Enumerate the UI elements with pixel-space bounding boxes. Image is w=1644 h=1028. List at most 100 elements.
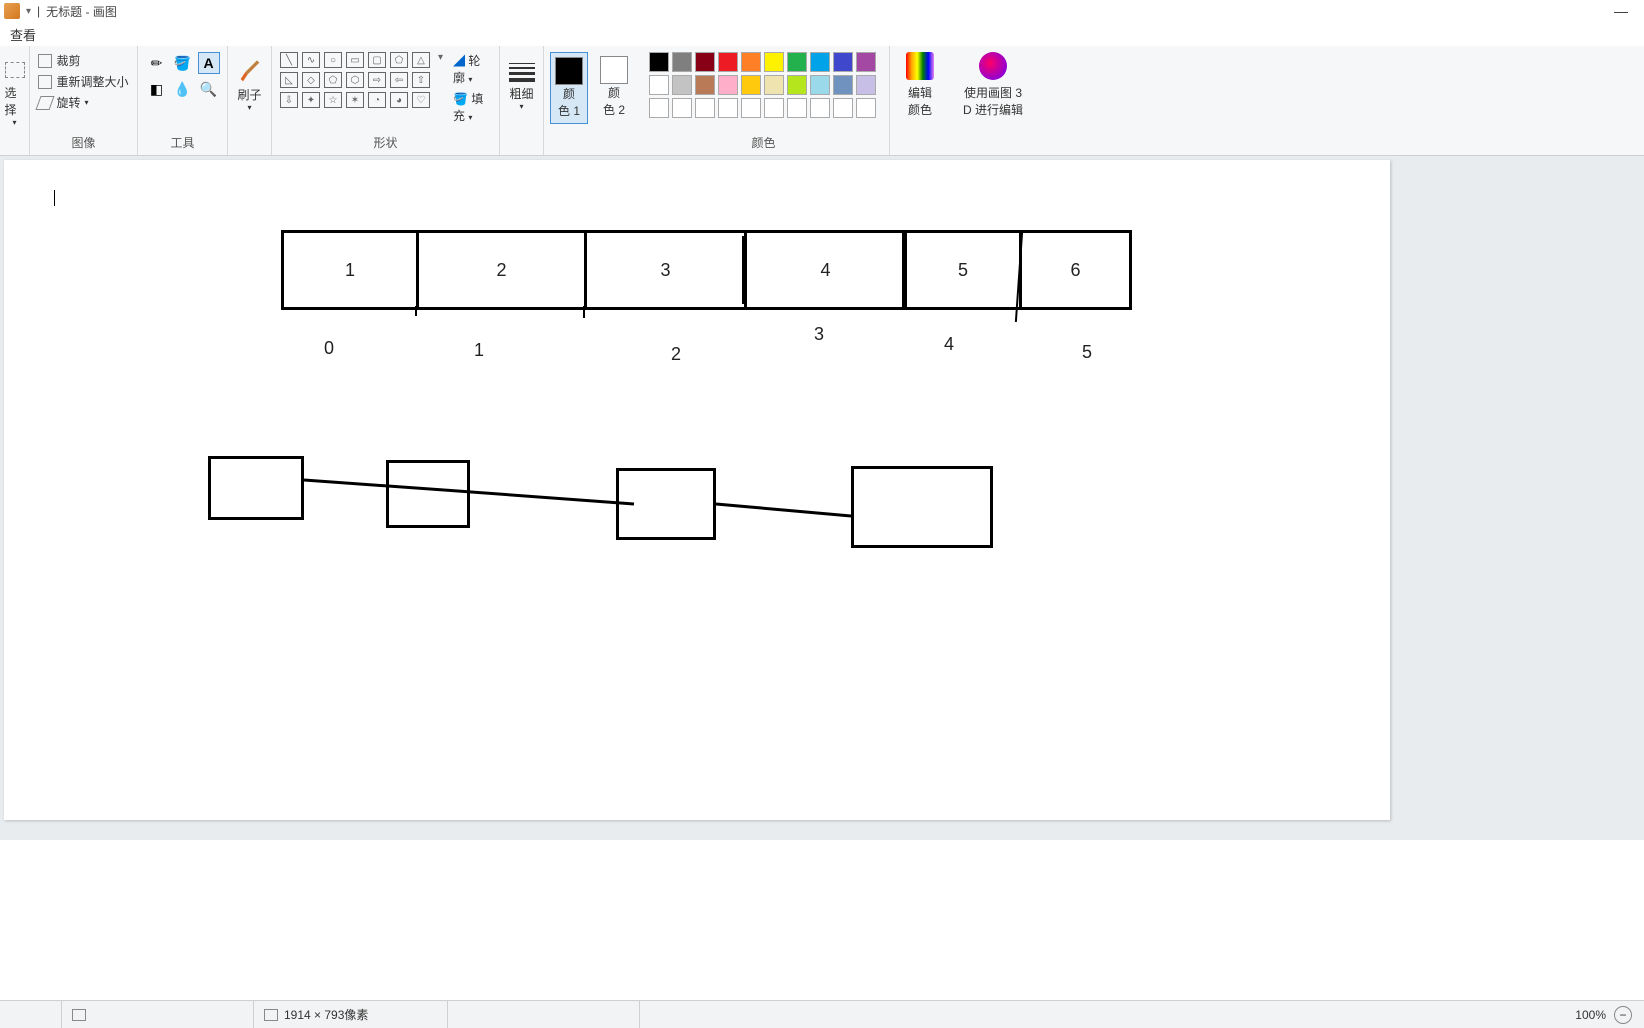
color2-button[interactable]: 颜 色 2	[596, 52, 632, 124]
text-tool[interactable]: A	[198, 52, 220, 74]
palette-color[interactable]	[856, 52, 876, 72]
palette-color[interactable]	[741, 75, 761, 95]
palette-empty[interactable]	[718, 98, 738, 118]
shape-arrowd[interactable]: ⇩	[280, 92, 298, 108]
shape-line[interactable]: ╲	[280, 52, 298, 68]
palette-color[interactable]	[856, 75, 876, 95]
shape-callout[interactable]: ◔	[368, 92, 386, 108]
palette-color[interactable]	[741, 52, 761, 72]
color-palette[interactable]	[649, 52, 878, 120]
shape-triangle[interactable]: △	[412, 52, 430, 68]
axis-label: 1	[474, 340, 484, 361]
app-icon	[4, 3, 20, 19]
fill-tool[interactable]: 🪣	[172, 52, 194, 74]
palette-empty[interactable]	[856, 98, 876, 118]
image-group-label: 图像	[30, 134, 137, 151]
shape-star6[interactable]: ✶	[346, 92, 364, 108]
palette-color[interactable]	[718, 75, 738, 95]
cell: 3	[584, 230, 744, 310]
shape-star5[interactable]: ☆	[324, 92, 342, 108]
palette-color[interactable]	[695, 52, 715, 72]
fill-button[interactable]: 🪣 填充 ▾	[453, 90, 491, 124]
canvas[interactable]: 1 2 3 4 5 6 0 1 2 3 4 5	[4, 160, 1390, 820]
outline-button[interactable]: ◢ 轮廓 ▾	[453, 52, 491, 86]
stroke-button[interactable]: 粗细 ▾	[509, 52, 535, 111]
shape-oval[interactable]: ○	[324, 52, 342, 68]
palette-color[interactable]	[764, 75, 784, 95]
palette-color[interactable]	[833, 52, 853, 72]
crop-button[interactable]: 裁剪	[38, 52, 128, 69]
color2-label1: 颜	[608, 84, 620, 101]
palette-empty[interactable]	[695, 98, 715, 118]
palette-color[interactable]	[672, 75, 692, 95]
shape-polygon[interactable]: ⬠	[390, 52, 408, 68]
shapes-gallery[interactable]: ╲ ∿ ○ ▭ ▢ ⬠ △ ◺ ◇ ⬠ ⬡ ⇨ ⇦ ⇧ ⇩ ✦ ☆ ✶ ◔ ◕	[280, 52, 432, 110]
rotate-button[interactable]: 旋转 ▾	[38, 94, 128, 111]
palette-color[interactable]	[810, 52, 830, 72]
palette-color[interactable]	[649, 52, 669, 72]
shape-hexagon[interactable]: ⬡	[346, 72, 364, 88]
pencil-tool[interactable]: ✏	[146, 52, 168, 74]
picker-tool[interactable]: 💧	[172, 78, 194, 100]
canvas-container: 1 2 3 4 5 6 0 1 2 3 4 5	[0, 156, 1644, 840]
shape-rtriangle[interactable]: ◺	[280, 72, 298, 88]
axis-label: 2	[671, 344, 681, 365]
paint3d-button[interactable]: 使用画图 3 D 进行编辑	[953, 46, 1033, 124]
palette-empty[interactable]	[810, 98, 830, 118]
shape-curve[interactable]: ∿	[302, 52, 320, 68]
shape-diamond[interactable]: ◇	[302, 72, 320, 88]
shape-arrowl[interactable]: ⇦	[390, 72, 408, 88]
palette-color[interactable]	[695, 75, 715, 95]
shape-pentagon[interactable]: ⬠	[324, 72, 342, 88]
color1-label2: 色 1	[558, 102, 580, 119]
box	[386, 460, 470, 528]
minimize-button[interactable]: —	[1614, 3, 1628, 19]
palette-color[interactable]	[764, 52, 784, 72]
menu-view[interactable]: 查看	[10, 25, 36, 44]
crop-icon	[38, 54, 52, 68]
qat-dropdown-icon[interactable]: ▾	[26, 6, 31, 17]
palette-empty[interactable]	[787, 98, 807, 118]
palette-color[interactable]	[810, 75, 830, 95]
shape-arrowr[interactable]: ⇨	[368, 72, 386, 88]
tick	[583, 306, 585, 318]
edit-colors-button[interactable]: 编辑 颜色	[896, 46, 944, 124]
palette-empty[interactable]	[764, 98, 784, 118]
magnifier-tool[interactable]: 🔍	[198, 78, 220, 100]
shapes-group-label: 形状	[272, 134, 499, 151]
ribbon: 选择 ▾ 裁剪 重新调整大小 旋转 ▾	[0, 46, 1644, 156]
shape-roundrect[interactable]: ▢	[368, 52, 386, 68]
shape-rect[interactable]: ▭	[346, 52, 364, 68]
palette-empty[interactable]	[741, 98, 761, 118]
axis-label: 4	[944, 334, 954, 355]
selection-icon	[72, 1009, 86, 1021]
shape-arrowu[interactable]: ⇧	[412, 72, 430, 88]
rotate-label: 旋转	[56, 94, 80, 111]
eraser-tool[interactable]: ◧	[146, 78, 168, 100]
palette-color[interactable]	[787, 52, 807, 72]
brush-button[interactable]: 刷子 ▾	[236, 52, 264, 112]
resize-button[interactable]: 重新调整大小	[38, 73, 128, 90]
palette-empty[interactable]	[649, 98, 669, 118]
palette-empty[interactable]	[672, 98, 692, 118]
zoom-out-button[interactable]: −	[1614, 1006, 1632, 1024]
palette-color[interactable]	[649, 75, 669, 95]
color1-button[interactable]: 颜 色 1	[550, 52, 588, 124]
axis-label: 5	[1082, 342, 1092, 363]
palette-color[interactable]	[787, 75, 807, 95]
size-icon	[264, 1009, 278, 1021]
shape-heart[interactable]: ♡	[412, 92, 430, 108]
palette-color[interactable]	[672, 52, 692, 72]
box	[616, 468, 716, 540]
shape-callout2[interactable]: ◕	[390, 92, 408, 108]
colors-group-label: 颜色	[638, 134, 889, 151]
shape-star4[interactable]: ✦	[302, 92, 320, 108]
stroke-icon	[509, 60, 535, 85]
palette-color[interactable]	[718, 52, 738, 72]
brush-group: 刷子 ▾	[228, 46, 272, 155]
shapes-expand[interactable]: ▾	[438, 52, 443, 63]
select-button[interactable]: 选择 ▾	[5, 52, 25, 127]
palette-color[interactable]	[833, 75, 853, 95]
palette-empty[interactable]	[833, 98, 853, 118]
text-cursor	[54, 190, 55, 206]
